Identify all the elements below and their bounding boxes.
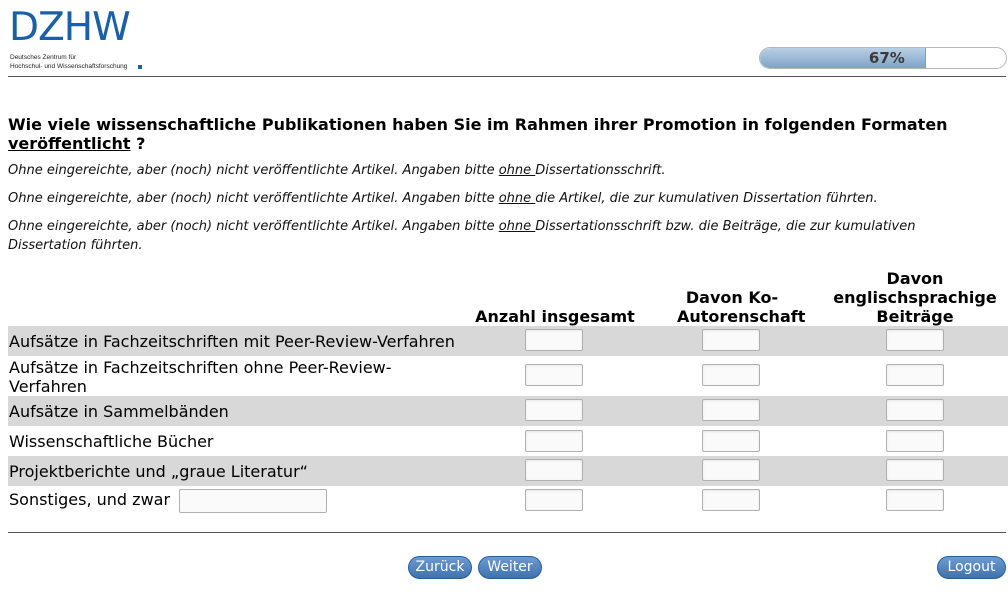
logo-square-mark bbox=[138, 65, 142, 69]
column-header-coauthorship: Davon Ko-Autorenschaft bbox=[647, 288, 817, 326]
english-input-grey-literature[interactable] bbox=[886, 459, 944, 481]
english-input-anthologies[interactable] bbox=[886, 399, 944, 421]
coauthor-input-other[interactable] bbox=[702, 489, 760, 511]
english-input-no-peer-review[interactable] bbox=[886, 364, 944, 386]
note-1-text-end: Dissertationsschrift. bbox=[535, 163, 666, 178]
column-header-english-text: Davon englischsprachige Beiträge bbox=[833, 269, 997, 326]
note-3-underlined: ohne bbox=[498, 219, 536, 234]
instruction-note-1: Ohne eingereichte, aber (noch) nicht ver… bbox=[8, 161, 998, 180]
dzhw-logo: DZHW Deutsches Zentrum für Hochschul- un… bbox=[9, 5, 144, 70]
coauthor-input-grey-literature[interactable] bbox=[702, 459, 760, 481]
question-main: Wie viele wissenschaftliche Publikatione… bbox=[8, 115, 948, 134]
column-header-english: Davon englischsprachige Beiträge bbox=[830, 269, 1000, 326]
row-label-books: Wissenschaftliche Bücher bbox=[9, 432, 214, 451]
total-input-other[interactable] bbox=[525, 489, 583, 511]
row-label-grey-literature: Projektberichte und „graue Literatur“ bbox=[9, 462, 308, 481]
total-input-no-peer-review[interactable] bbox=[525, 364, 583, 386]
footer-divider bbox=[8, 532, 1006, 533]
next-button[interactable]: Weiter bbox=[478, 556, 542, 579]
total-input-anthologies[interactable] bbox=[525, 399, 583, 421]
logo-wordmark: DZHW bbox=[9, 5, 131, 50]
question-text: Wie viele wissenschaftliche Publikatione… bbox=[8, 115, 998, 153]
instruction-note-2: Ohne eingereichte, aber (noch) nicht ver… bbox=[8, 189, 998, 208]
note-2-text-end: die Artikel, die zur kumulativen Dissert… bbox=[535, 191, 878, 206]
progress-bar: 67% bbox=[759, 47, 1007, 69]
question-emphasis: veröffentlicht bbox=[8, 134, 131, 153]
note-2-underlined: ohne bbox=[498, 191, 536, 206]
table-row: Wissenschaftliche Bücher bbox=[8, 426, 1008, 456]
total-input-peer-review[interactable] bbox=[525, 329, 583, 351]
logo-subtitle-line2: Hochschul- und Wissenschaftsforschung bbox=[10, 63, 128, 70]
column-header-coauthorship-text: Davon Ko-Autorenschaft bbox=[677, 288, 806, 326]
row-label-no-peer-review: Aufsätze in Fachzeitschriften ohne Peer-… bbox=[9, 358, 392, 396]
logo-subtitle-line1: Deutsches Zentrum für bbox=[10, 54, 77, 61]
survey-page: DZHW Deutsches Zentrum für Hochschul- un… bbox=[0, 0, 1008, 596]
question-suffix: ? bbox=[130, 134, 146, 153]
header-divider bbox=[8, 76, 1006, 77]
table-row: Projektberichte und „graue Literatur“ bbox=[8, 456, 1008, 486]
column-header-total: Anzahl insgesamt bbox=[475, 307, 635, 326]
instruction-note-3: Ohne eingereichte, aber (noch) nicht ver… bbox=[8, 217, 998, 255]
row-label-anthologies: Aufsätze in Sammelbänden bbox=[9, 402, 229, 421]
other-specify-input[interactable] bbox=[179, 489, 327, 513]
coauthor-input-no-peer-review[interactable] bbox=[702, 364, 760, 386]
english-input-peer-review[interactable] bbox=[886, 329, 944, 351]
english-input-other[interactable] bbox=[886, 489, 944, 511]
coauthor-input-peer-review[interactable] bbox=[702, 329, 760, 351]
logout-button[interactable]: Logout bbox=[937, 556, 1006, 579]
row-label-other: Sonstiges, und zwar bbox=[9, 490, 171, 509]
total-input-books[interactable] bbox=[525, 430, 583, 452]
note-1-underlined: ohne bbox=[498, 163, 536, 178]
back-button[interactable]: Zurück bbox=[408, 556, 472, 579]
total-input-grey-literature[interactable] bbox=[525, 459, 583, 481]
note-1-text: Ohne eingereichte, aber (noch) nicht ver… bbox=[8, 163, 499, 178]
coauthor-input-books[interactable] bbox=[702, 430, 760, 452]
coauthor-input-anthologies[interactable] bbox=[702, 399, 760, 421]
progress-percent-label: 67% bbox=[868, 49, 905, 67]
table-row: Aufsätze in Sammelbänden bbox=[8, 396, 1008, 426]
table-row: Aufsätze in Fachzeitschriften mit Peer-R… bbox=[8, 326, 1008, 356]
note-3-text: Ohne eingereichte, aber (noch) nicht ver… bbox=[8, 219, 499, 234]
table-row: Sonstiges, und zwar bbox=[8, 486, 1008, 516]
note-2-text: Ohne eingereichte, aber (noch) nicht ver… bbox=[8, 191, 499, 206]
row-label-peer-review: Aufsätze in Fachzeitschriften mit Peer-R… bbox=[9, 332, 455, 351]
english-input-books[interactable] bbox=[886, 430, 944, 452]
table-row: Aufsätze in Fachzeitschriften ohne Peer-… bbox=[8, 356, 1008, 396]
